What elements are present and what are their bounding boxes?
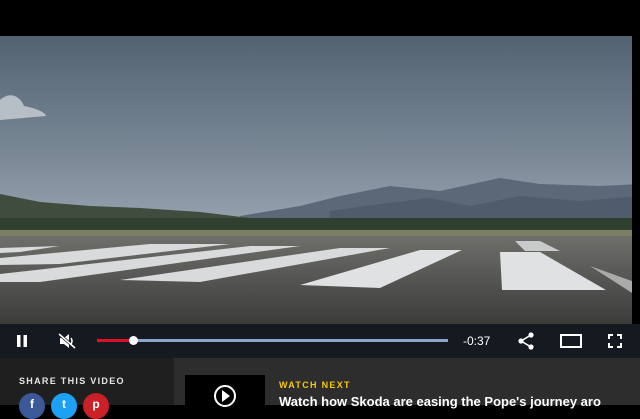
video-right-edge [632, 36, 640, 324]
share-title: SHARE THIS VIDEO [19, 376, 125, 386]
next-video-title[interactable]: Watch how Skoda are easing the Pope's jo… [279, 394, 609, 409]
below-player-panel: SHARE THIS VIDEO f t p WATCH NEXT Watch … [0, 358, 640, 419]
facebook-share-button[interactable]: f [19, 393, 45, 419]
share-panel: SHARE THIS VIDEO f t p [0, 358, 174, 419]
play-icon [214, 385, 236, 407]
share-icon [518, 332, 534, 350]
muted-speaker-icon [58, 333, 76, 349]
progress-bar[interactable] [97, 336, 448, 345]
twitter-share-button[interactable]: t [51, 393, 77, 419]
share-button[interactable] [514, 324, 538, 358]
runway-scene [0, 36, 640, 324]
watch-next-label: WATCH NEXT [279, 380, 351, 390]
time-remaining: -0:37 [463, 334, 491, 348]
pinterest-icon: p [92, 397, 100, 411]
next-video-thumbnail[interactable] [185, 375, 265, 415]
theater-mode-icon [560, 334, 582, 348]
facebook-icon: f [30, 397, 34, 411]
theater-mode-button[interactable] [558, 324, 584, 358]
progress-scrubber-handle[interactable] [128, 336, 138, 345]
pause-button[interactable] [12, 324, 32, 358]
mute-button[interactable] [56, 324, 78, 358]
video-frame[interactable] [0, 36, 640, 324]
pause-icon [17, 335, 27, 347]
progress-played [97, 339, 133, 342]
fullscreen-icon [608, 334, 622, 348]
twitter-icon: t [62, 397, 66, 411]
letterbox-top [0, 0, 640, 36]
pinterest-share-button[interactable]: p [83, 393, 109, 419]
fullscreen-button[interactable] [605, 324, 625, 358]
